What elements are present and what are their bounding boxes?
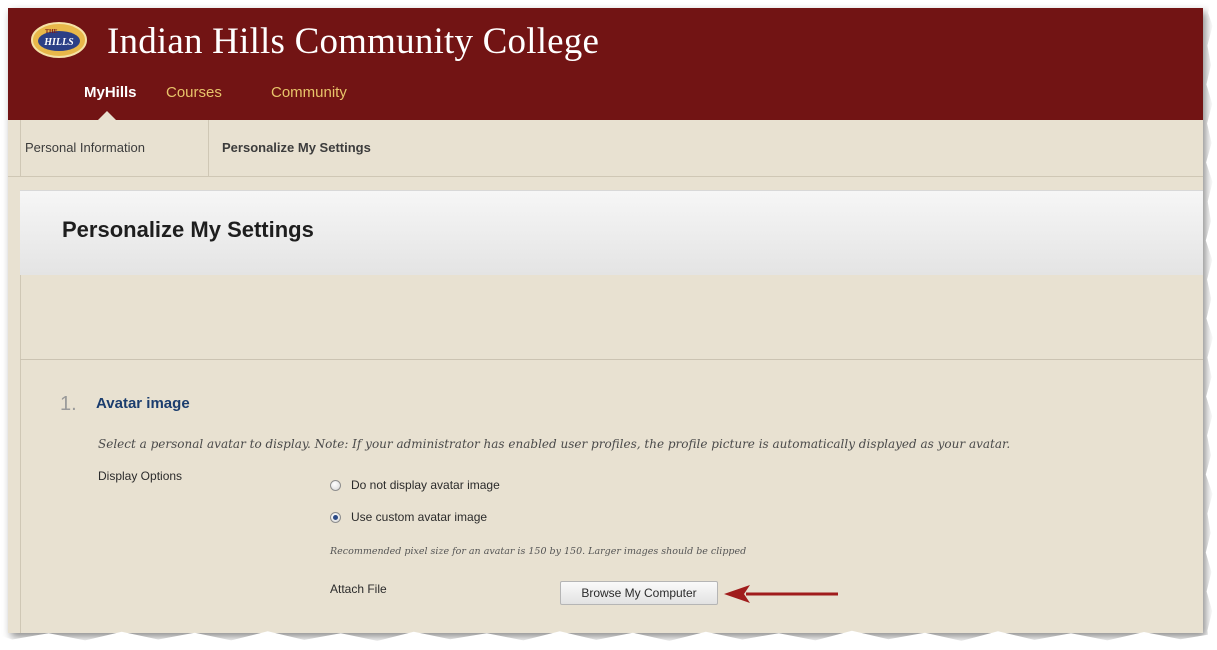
avatar-instructions: Select a personal avatar to display. Not… xyxy=(98,437,1011,451)
radio-use-custom[interactable] xyxy=(330,511,341,523)
tab-myhills[interactable]: MyHills xyxy=(84,84,137,101)
recommendation-note: Recommended pixel size for an avatar is … xyxy=(330,546,747,557)
site-header: HILLS THE Indian Hills Community College… xyxy=(8,8,1203,120)
subnav-personal-information[interactable]: Personal Information xyxy=(8,120,159,176)
subnav-personalize-settings[interactable]: Personalize My Settings xyxy=(222,120,371,176)
browser-frame: HILLS THE Indian Hills Community College… xyxy=(8,8,1203,633)
display-options-label: Display Options xyxy=(98,469,183,483)
page-title-band: Personalize My Settings xyxy=(20,190,1203,275)
browse-my-computer-button[interactable]: Browse My Computer xyxy=(560,581,718,605)
svg-text:HILLS: HILLS xyxy=(43,37,74,48)
option-do-not-display[interactable]: Do not display avatar image xyxy=(330,475,500,495)
active-tab-indicator xyxy=(98,111,116,120)
radio-do-not-display[interactable] xyxy=(330,479,341,491)
college-title: Indian Hills Community College xyxy=(107,21,600,62)
subnav-divider xyxy=(208,120,209,176)
sub-navigation: Personal Information Personalize My Sett… xyxy=(8,120,1203,177)
svg-text:THE: THE xyxy=(45,29,58,35)
option-use-custom[interactable]: Use custom avatar image xyxy=(330,507,487,527)
red-arrow-icon xyxy=(724,585,838,603)
option-label: Do not display avatar image xyxy=(351,478,500,492)
tab-community[interactable]: Community xyxy=(271,84,347,101)
option-label: Use custom avatar image xyxy=(351,510,488,524)
tab-courses[interactable]: Courses xyxy=(166,84,222,101)
subnav-left-rule xyxy=(20,120,21,176)
content-divider xyxy=(20,359,1203,360)
step-number: 1. xyxy=(60,393,77,415)
attach-file-label: Attach File xyxy=(330,582,387,596)
page-title: Personalize My Settings xyxy=(62,217,314,242)
hills-logo-icon: HILLS THE xyxy=(31,22,87,58)
section-title: Avatar image xyxy=(96,395,190,412)
torn-edge-right xyxy=(1205,0,1217,650)
